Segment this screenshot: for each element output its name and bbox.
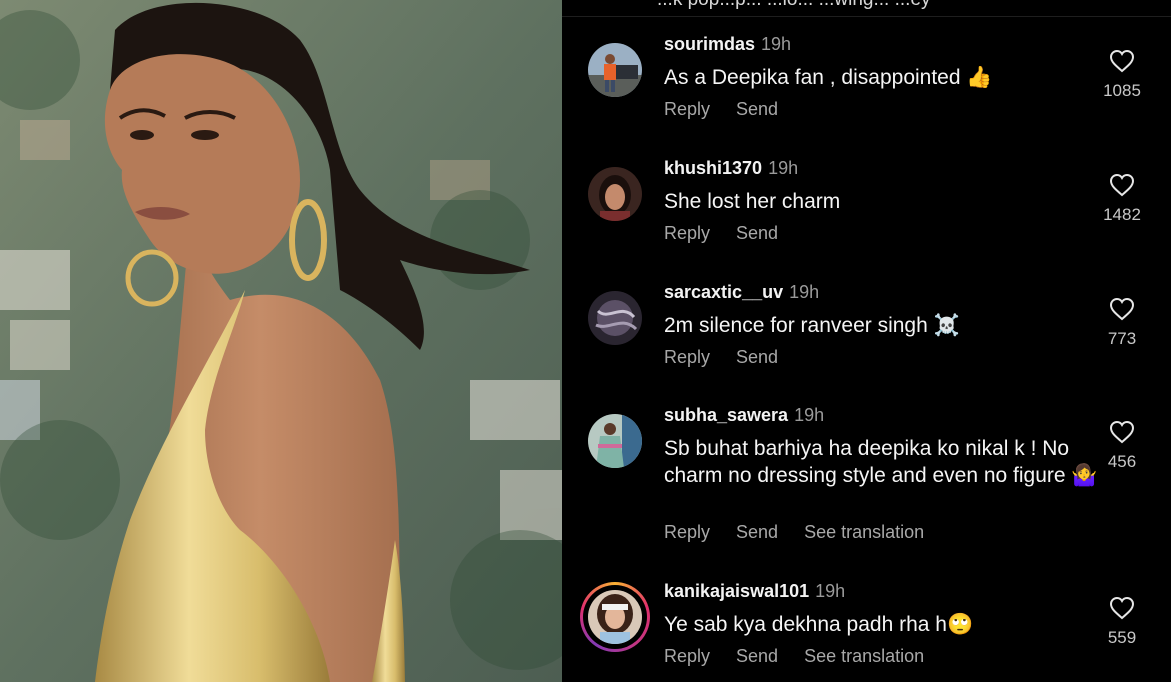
comment-actions: Reply Send (664, 99, 804, 120)
avatar[interactable] (588, 291, 642, 345)
like-control[interactable]: 1085 (1094, 49, 1150, 101)
send-button[interactable]: Send (736, 223, 778, 243)
timestamp: 19h (768, 158, 799, 178)
reply-button[interactable]: Reply (664, 646, 710, 666)
timestamp: 19h (761, 34, 792, 54)
comment-actions: Reply Send (664, 347, 804, 368)
like-count: 559 (1107, 628, 1137, 647)
heart-outline-icon[interactable] (1109, 297, 1135, 321)
like-control[interactable]: 559 (1094, 596, 1150, 648)
like-count: 1482 (1103, 205, 1141, 224)
like-control[interactable]: 773 (1094, 297, 1150, 349)
like-count: 1085 (1103, 81, 1141, 100)
send-button[interactable]: Send (736, 99, 778, 119)
username[interactable]: sourimdas (664, 34, 755, 54)
heart-outline-icon[interactable] (1109, 420, 1135, 444)
comment-text: Sb buhat barhiya ha deepika ko nikal k !… (664, 437, 1098, 487)
like-control[interactable]: 456 (1094, 420, 1150, 472)
timestamp: 19h (815, 581, 846, 601)
reply-button[interactable]: Reply (664, 99, 710, 119)
post-photo (0, 0, 562, 682)
avatar[interactable] (588, 590, 642, 644)
comments-panel: ...k pop...p... ...lo... ...wing... ...e… (562, 0, 1171, 682)
comment-text: As a Deepika fan , disappointed 👍 (664, 66, 993, 89)
story-ring[interactable] (580, 582, 650, 652)
comment-text: Ye sab kya dekhna padh rha h🙄 (664, 613, 974, 636)
reply-button[interactable]: Reply (664, 347, 710, 367)
heart-outline-icon[interactable] (1109, 173, 1135, 197)
comment-meta: sourimdas 19h (664, 34, 791, 55)
username[interactable]: sarcaxtic__uv (664, 282, 783, 302)
heart-outline-icon[interactable] (1109, 49, 1135, 73)
comment-text: She lost her charm (664, 190, 841, 213)
comment-meta: khushi1370 19h (664, 158, 798, 179)
comment-actions: Reply Send See translation (664, 646, 950, 667)
username[interactable]: kanikajaiswal101 (664, 581, 809, 601)
username[interactable]: subha_sawera (664, 405, 788, 425)
comment-actions: Reply Send (664, 223, 804, 244)
reply-button[interactable]: Reply (664, 522, 710, 542)
like-count: 456 (1107, 452, 1137, 471)
reply-button[interactable]: Reply (664, 223, 710, 243)
send-button[interactable]: Send (736, 522, 778, 542)
comment-meta: subha_sawera 19h (664, 405, 824, 426)
comment-meta: kanikajaiswal101 19h (664, 581, 845, 602)
avatar[interactable] (588, 414, 642, 468)
comment-actions: Reply Send See translation (664, 522, 950, 543)
screenshot: ...k pop...p... ...lo... ...wing... ...e… (0, 0, 1171, 682)
like-control[interactable]: 1482 (1094, 173, 1150, 225)
avatar[interactable] (588, 43, 642, 97)
send-button[interactable]: Send (736, 646, 778, 666)
send-button[interactable]: Send (736, 347, 778, 367)
see-translation-link[interactable]: See translation (804, 522, 924, 542)
heart-outline-icon[interactable] (1109, 596, 1135, 620)
comment-meta: sarcaxtic__uv 19h (664, 282, 819, 303)
see-translation-link[interactable]: See translation (804, 646, 924, 666)
comment-text: 2m silence for ranveer singh ☠️ (664, 314, 960, 337)
timestamp: 19h (794, 405, 825, 425)
previous-comment-cutoff: ...k pop...p... ...lo... ...wing... ...e… (562, 0, 1171, 17)
cutoff-text: ...k pop...p... ...lo... ...wing... ...e… (657, 0, 931, 11)
timestamp: 19h (789, 282, 820, 302)
avatar[interactable] (588, 167, 642, 221)
username[interactable]: khushi1370 (664, 158, 762, 178)
like-count: 773 (1107, 329, 1137, 348)
